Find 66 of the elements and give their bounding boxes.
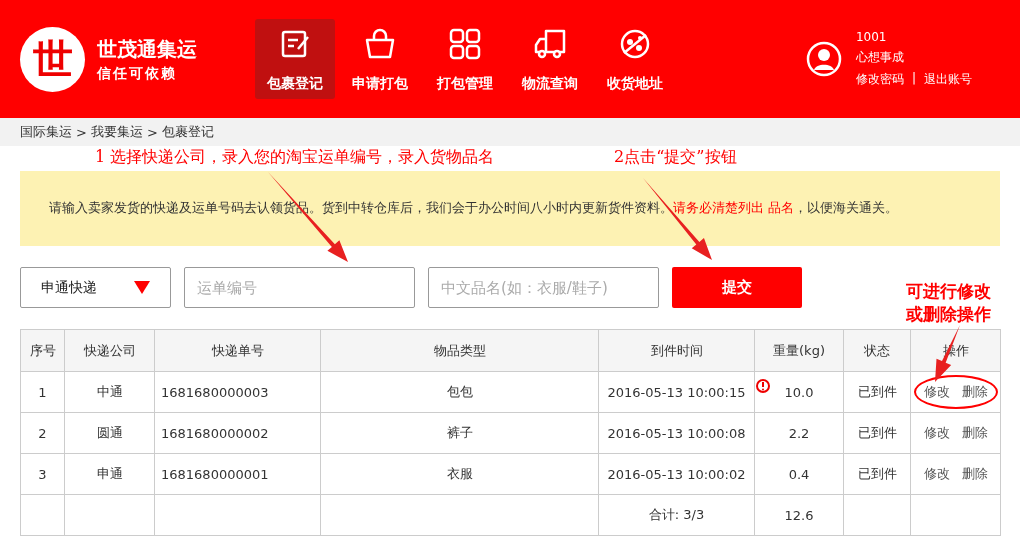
table-cell: 1681680000001 [154,453,321,495]
table-cell: 2.2 [788,425,810,441]
grid-icon [448,27,482,61]
table-cell: 1681680000003 [154,371,321,413]
column-header: 序号 [20,329,65,372]
table-cell: 2016-05-13 10:00:08 [598,412,755,454]
brand-slogan: 信任可依赖 [97,64,178,83]
instruction-text: 1 选择快递公司，录入您的淘宝运单编号，录入货物品名 [95,147,495,168]
breadcrumb-separator: > [146,124,158,140]
table-cell: 衣服 [320,453,599,495]
breadcrumb-separator: > [76,124,87,140]
table-cell: 10.0 [784,384,814,400]
logo-icon: 世 [20,26,85,92]
table-cell: 申通 [64,453,155,495]
table-cell: 1681680000002 [154,412,321,454]
user-id: 1001 [855,30,888,44]
separator: | [911,71,916,87]
nav-tab[interactable]: 收货地址 [595,19,675,99]
nav-tab[interactable]: 物流查询 [510,19,590,99]
nav-tab[interactable]: 打包管理 [425,19,505,99]
column-header: 重量(kg) [754,329,844,372]
breadcrumb-item[interactable]: 包裹登记 [161,123,214,141]
column-header: 到件时间 [598,329,755,372]
courier-select[interactable]: 申通快递 [20,267,171,308]
submit-button[interactable]: 提交 [672,267,802,308]
table-cell: 2 [20,412,65,454]
delete-link[interactable]: 删除 [961,383,988,401]
table-cell: 已到件 [843,453,911,495]
table-cell: 已到件 [843,412,911,454]
shopping-bag-icon [363,27,397,61]
nav-tab[interactable]: 包裹登记 [255,19,335,99]
table-cell: 合计: 3/3 [598,494,755,536]
column-header: 状态 [843,329,911,372]
table-cell: 中通 [64,371,155,413]
logout-link[interactable]: 退出账号 [924,71,972,88]
item-name-field[interactable]: 中文品名(如：衣服/鞋子) [428,267,659,308]
user-nickname: 心想事成 [855,49,905,66]
table-cell: 裤子 [320,412,599,454]
instruction-text: 可进行修改或删除操作 [906,280,992,326]
nav-tab[interactable]: 申请打包 [340,19,420,99]
breadcrumb-item[interactable]: 国际集运 [20,123,72,141]
edit-link[interactable]: 修改 [923,383,950,401]
table-cell: 2016-05-13 10:00:02 [598,453,755,495]
table-cell: 0.4 [788,466,810,482]
table-cell: 圆通 [64,412,155,454]
instruction-text: 2点击“提交”按钮 [614,147,737,168]
tracking-number-field[interactable]: 运单编号 [184,267,415,308]
table-cell: 12.6 [754,494,844,536]
column-header: 物品类型 [320,329,599,372]
delete-link[interactable]: 删除 [961,465,988,483]
table-cell: 已到件 [843,371,911,413]
change-password-link[interactable]: 修改密码 [855,71,904,88]
breadcrumb-item[interactable]: 我要集运 [90,123,143,141]
truck-icon [533,27,567,61]
dropdown-caret-icon [134,281,150,294]
brand-name: 世茂通集运 [97,35,197,63]
edit-link[interactable]: 修改 [923,465,950,483]
table-cell: 3 [20,453,65,495]
table-cell: 包包 [320,371,599,413]
table-cell: 1 [20,371,65,413]
edit-link[interactable]: 修改 [923,424,950,442]
delete-link[interactable]: 删除 [961,424,988,442]
table-cell: 2016-05-13 10:00:15 [598,371,755,413]
column-header: 快递公司 [64,329,155,372]
avatar-icon[interactable] [805,41,842,77]
column-header: 快递单号 [154,329,321,372]
